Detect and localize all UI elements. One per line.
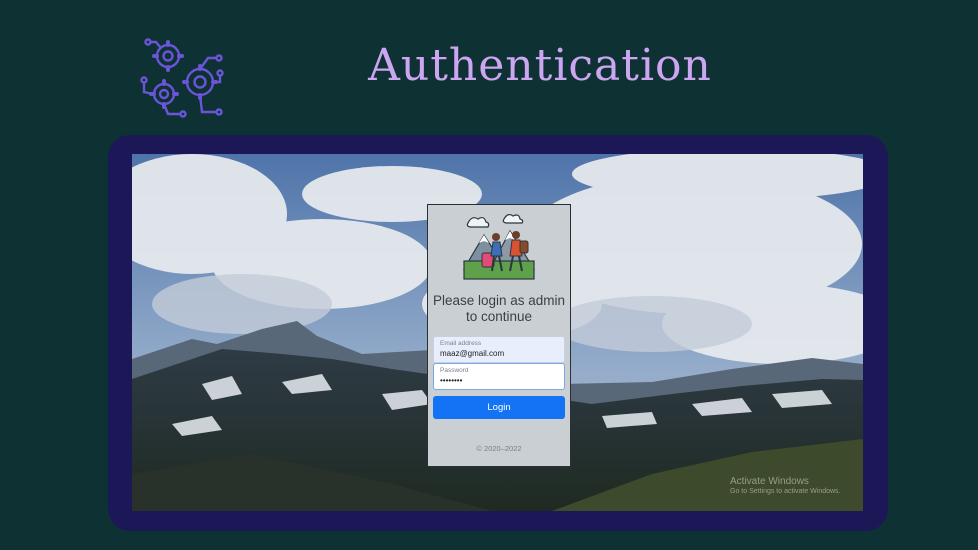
gears-circuit-icon	[140, 38, 224, 118]
password-value[interactable]: ••••••••	[440, 375, 564, 386]
watermark-line1: Activate Windows	[730, 476, 809, 487]
watermark-line2: Go to Settings to activate Windows.	[730, 487, 841, 495]
password-field[interactable]: Password ••••••••	[433, 363, 565, 390]
email-value[interactable]: maaz@gmail.com	[440, 348, 564, 359]
hikers-mountain-illustration	[462, 213, 536, 280]
slide-title: Authentication	[368, 40, 712, 91]
email-field[interactable]: Email address maaz@gmail.com	[433, 336, 565, 363]
copyright-text: © 2020–2022	[476, 444, 522, 453]
login-heading: Please login as admin to continue	[432, 293, 566, 324]
password-label: Password	[440, 367, 469, 374]
email-label: Email address	[440, 340, 482, 347]
login-button[interactable]: Login	[433, 396, 565, 419]
login-card: Please login as admin to continue Email …	[427, 204, 571, 467]
activate-windows-watermark: Activate Windows Go to Settings to activ…	[730, 476, 841, 496]
